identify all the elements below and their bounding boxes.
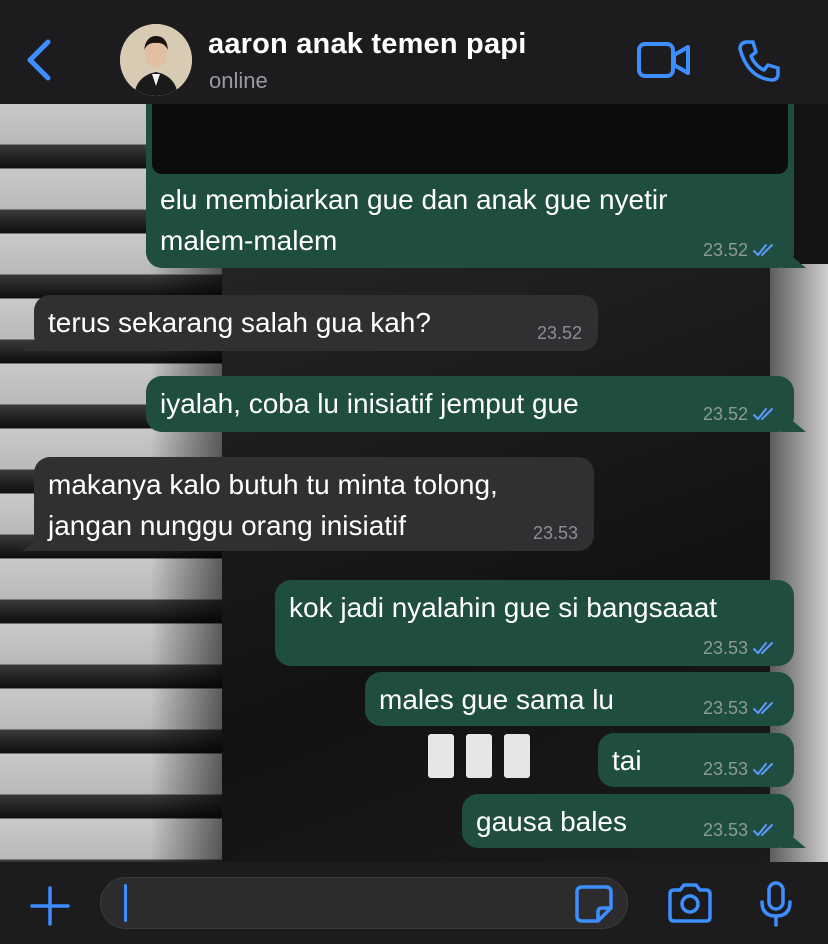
chat-header: aaron anak temen papi online [0,0,828,104]
text-cursor [124,884,127,922]
message-text: malem-malem [160,225,338,256]
message-time: 23.53 [702,759,748,779]
message-time: 23.53 [702,638,748,658]
sticker-button[interactable] [574,884,614,924]
message-time: 23.53 [702,820,748,840]
message-text: jangan nunggu orang inisiatif [48,510,407,541]
sticker-icon [575,885,613,923]
message-time: 23.52 [702,404,748,424]
message-text: terus sekarang salah gua kah? [48,307,431,338]
video-camera-icon [637,42,690,78]
attach-button[interactable] [28,884,72,928]
message-bubble-incoming[interactable]: makanya kalo butuh tu minta tolong, jang… [34,457,594,551]
read-receipt-icon [753,763,773,775]
voice-message-button[interactable] [758,880,794,928]
message-text: elu membiarkan gue dan anak gue nyetir [160,184,668,215]
microphone-icon [760,881,792,927]
read-receipt-icon [753,702,773,714]
contact-status: online [209,68,268,93]
read-receipt-icon [753,244,773,256]
read-receipt-icon [753,824,773,836]
message-bubble-outgoing[interactable]: kok jadi nyalahin gue si bangsaaat 23.53 [275,580,794,666]
chevron-left-icon [27,39,51,81]
video-call-button[interactable] [636,40,692,80]
avatar-photo [120,24,192,96]
back-button[interactable] [20,36,60,84]
message-bubble-incoming[interactable]: terus sekarang salah gua kah? 23.52 [34,295,598,351]
image-message-thumbnail[interactable] [152,104,788,174]
voice-call-button[interactable] [736,38,782,84]
message-bubble-outgoing[interactable]: gausa bales 23.53 [462,794,794,848]
message-time: 23.52 [536,323,582,343]
message-time: 23.52 [702,240,748,260]
message-time: 23.53 [702,698,748,718]
camera-button[interactable] [666,882,714,924]
camera-icon [668,883,712,923]
message-input[interactable] [100,877,628,929]
message-text: iyalah, coba lu inisiatif jemput gue [160,388,579,419]
phone-icon [738,40,780,82]
message-text: makanya kalo butuh tu minta tolong, [48,469,498,500]
message-text: kok jadi nyalahin gue si bangsaaat [289,592,718,623]
avatar[interactable] [120,24,192,96]
message-bubble-outgoing[interactable]: tai 23.53 [598,733,794,787]
message-bubble-outgoing[interactable]: iyalah, coba lu inisiatif jemput gue 23.… [146,376,794,432]
read-receipt-icon [753,642,773,654]
contact-name[interactable]: aaron anak temen papi [208,28,526,61]
plus-icon [30,886,70,926]
message-bubble-outgoing[interactable]: males gue sama lu 23.53 [365,672,794,726]
read-receipt-icon [753,408,773,420]
message-bubble-outgoing[interactable]: elu membiarkan gue dan anak gue nyetir m… [146,172,794,268]
message-time: 23.53 [532,523,578,543]
